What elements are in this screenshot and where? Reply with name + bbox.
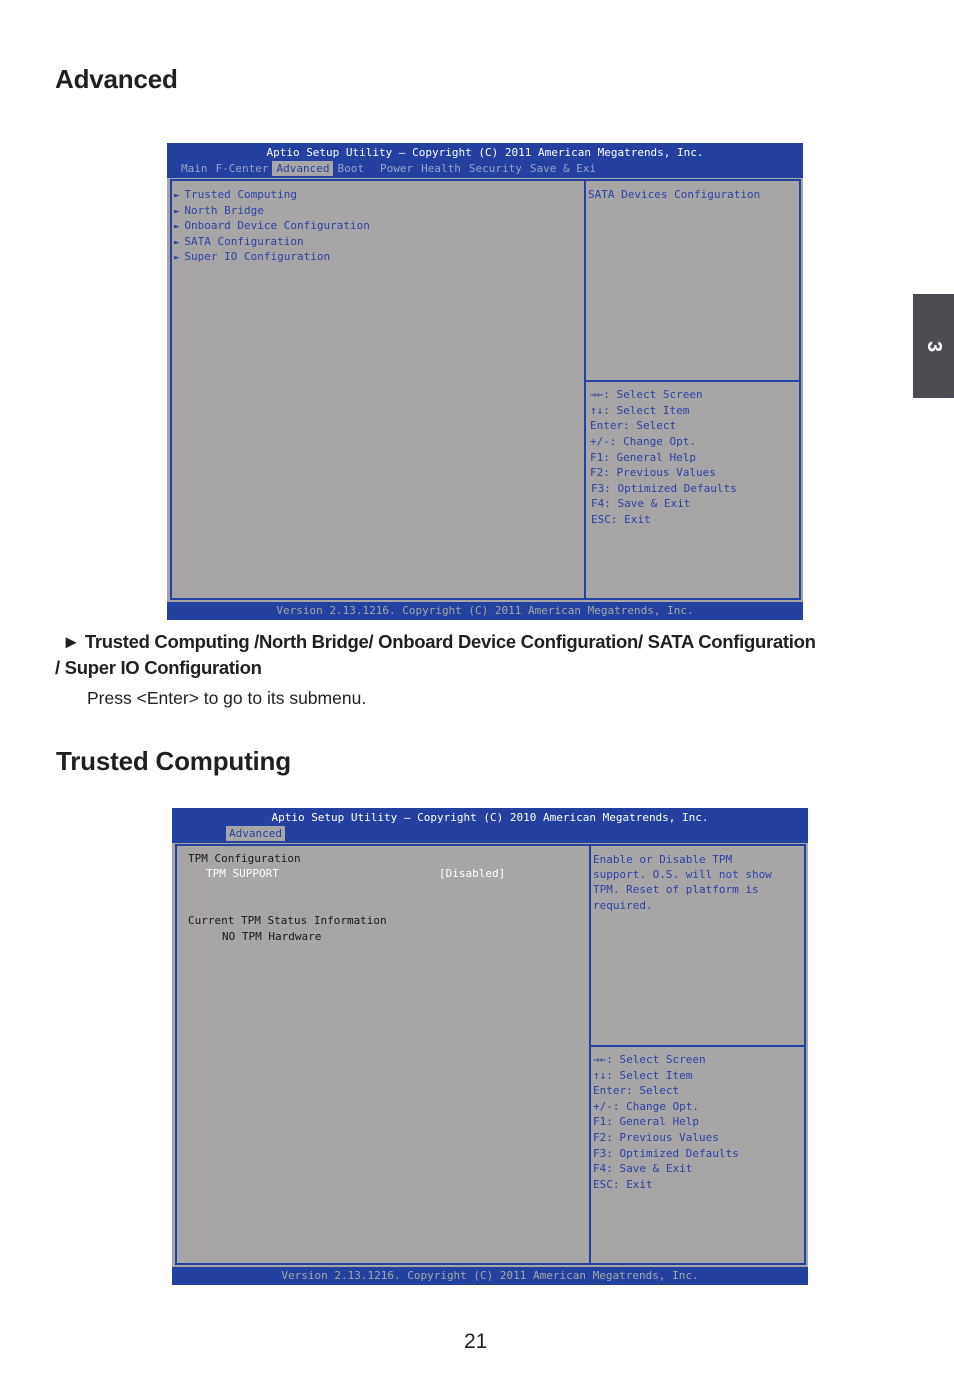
- key-f2: F2: Previous Values: [593, 1131, 719, 1144]
- bios-menu-bar: Main F-Center Advanced Boot Power Health Secur…: [177, 161, 600, 176]
- submenu-arrow-icon: ►: [174, 191, 180, 201]
- help-divider: [590, 1045, 805, 1047]
- tpm-support-option[interactable]: TPM SUPPORT: [206, 866, 279, 882]
- tab-advanced[interactable]: Advanced: [226, 826, 285, 841]
- menu-item-label: Onboard Device Configuration: [184, 219, 370, 232]
- menu-item-label: Super IO Configuration: [184, 250, 331, 263]
- key-change-opt: +/-: Change Opt.: [593, 1100, 699, 1113]
- bios-title-bar: Aptio Setup Utility – Copyright (C) 2010…: [172, 808, 808, 843]
- key-f3: F3: Optimized Defaults: [591, 482, 737, 495]
- chapter-number: 3: [923, 340, 945, 352]
- key-f2: F2: Previous Values: [590, 466, 716, 479]
- chapter-tab: 3: [913, 294, 954, 398]
- bios-title: Aptio Setup Utility – Copyright (C) 2011…: [266, 146, 704, 159]
- tab-advanced[interactable]: Advanced: [272, 161, 334, 176]
- description-title-line1: ► Trusted Computing /North Bridge/ Onboa…: [62, 631, 816, 652]
- submenu-arrow-icon: ►: [174, 206, 180, 217]
- key-select-item: ↑↓: Select Item: [593, 1069, 693, 1082]
- key-f4: F4: Save & Exit: [593, 1162, 693, 1175]
- tab-security[interactable]: Security: [465, 161, 526, 176]
- help-text: SATA Devices Configuration: [588, 188, 761, 201]
- help-divider: [585, 380, 800, 382]
- tab-boot[interactable]: Boot: [333, 161, 368, 176]
- key-esc: ESC: Exit: [591, 513, 651, 526]
- bios-title: Aptio Setup Utility – Copyright (C) 2010…: [271, 811, 709, 824]
- tab-health[interactable]: Health: [417, 161, 465, 176]
- description-body: Press <Enter> to go to its submenu.: [87, 688, 367, 708]
- key-f1: F1: General Help: [593, 1115, 699, 1128]
- key-esc: ESC: Exit: [593, 1178, 653, 1191]
- help-text-line: Enable or Disable TPM: [593, 853, 733, 866]
- tpm-status-value: NO TPM Hardware: [222, 930, 322, 943]
- tpm-support-value[interactable]: [Disabled]: [439, 866, 505, 882]
- page-number: 21: [464, 1330, 488, 1353]
- tpm-configuration-label: TPM Configuration: [188, 852, 301, 865]
- key-enter: Enter: Select: [590, 419, 677, 432]
- pane-divider: [584, 180, 586, 599]
- bios-menu-bar: Advanced: [226, 826, 285, 841]
- description-title-line2: / Super IO Configuration: [55, 657, 262, 678]
- submenu-arrow-icon: ►: [174, 222, 180, 232]
- help-text-line: TPM. Reset of platform is: [593, 883, 759, 896]
- bios-content-frame: [175, 844, 806, 1265]
- section-heading-advanced: Advanced: [55, 64, 178, 94]
- key-select-screen: →←: Select Screen: [590, 388, 703, 401]
- menu-item-label: North Bridge: [184, 203, 264, 217]
- tab-f-center[interactable]: F-Center: [212, 161, 273, 176]
- key-f4: F4: Save & Exit: [591, 497, 691, 510]
- tab-main[interactable]: Main: [177, 161, 212, 176]
- bios-screen-trusted-computing: Aptio Setup Utility – Copyright (C) 2010…: [172, 808, 808, 1285]
- key-change-opt: +/-: Change Opt.: [590, 435, 696, 448]
- key-f1: F1: General Help: [590, 451, 696, 464]
- bios-title-bar: Aptio Setup Utility – Copyright (C) 2011…: [167, 143, 803, 178]
- menu-item-super-io-configuration[interactable]: ► Super IO Configuration: [174, 249, 330, 267]
- menu-item-label: Trusted Computing: [184, 188, 298, 201]
- key-f3: F3: Optimized Defaults: [593, 1147, 739, 1160]
- tpm-status-label: Current TPM Status Information: [188, 914, 387, 927]
- tab-power[interactable]: Power: [376, 161, 417, 176]
- submenu-arrow-icon: ►: [174, 253, 180, 263]
- key-select-screen: →←: Select Screen: [593, 1053, 706, 1066]
- key-enter: Enter: Select: [593, 1084, 680, 1097]
- pane-divider: [589, 845, 591, 1264]
- tab-save-exit[interactable]: Save & Exi: [526, 161, 600, 176]
- help-text-line: required.: [593, 899, 653, 912]
- bios-footer: Version 2.13.1216. Copyright (C) 2011 Am…: [167, 602, 803, 620]
- help-text-line: support. O.S. will not show: [593, 868, 772, 881]
- section-heading-trusted-computing: Trusted Computing: [56, 746, 291, 776]
- bios-footer: Version 2.13.1216. Copyright (C) 2011 Am…: [172, 1267, 808, 1285]
- key-select-item: ↑↓: Select Item: [590, 404, 690, 417]
- menu-item-label: SATA Configuration: [184, 234, 304, 248]
- submenu-arrow-icon: ►: [174, 237, 180, 248]
- bios-screen-advanced: Aptio Setup Utility – Copyright (C) 2011…: [167, 143, 803, 620]
